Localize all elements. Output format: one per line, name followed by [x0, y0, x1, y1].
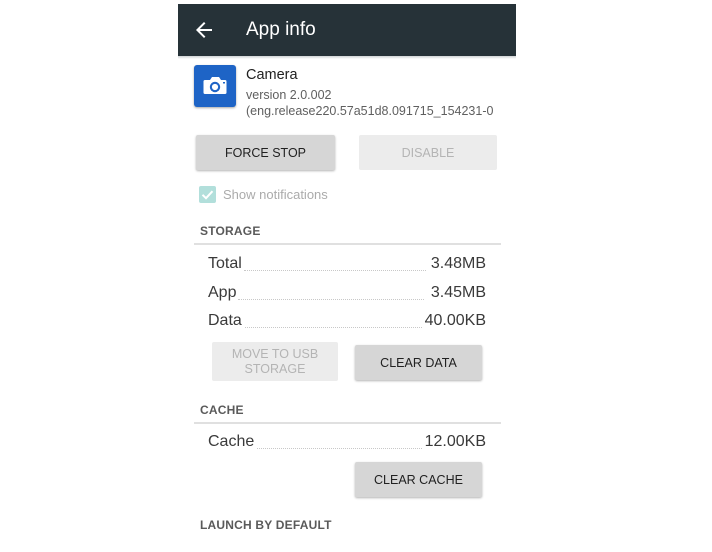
dotted-leader: [244, 270, 426, 271]
dotted-leader: [242, 327, 422, 328]
storage-row-value: 3.48MB: [428, 253, 486, 275]
force-stop-button[interactable]: FORCE STOP: [196, 135, 335, 170]
show-notifications-label: Show notifications: [223, 187, 328, 202]
app-bar-shadow: [178, 56, 516, 59]
clear-data-button[interactable]: CLEAR DATA: [355, 345, 482, 380]
move-usb-label: MOVE TO USB STORAGE: [232, 347, 318, 377]
move-to-usb-storage-button[interactable]: MOVE TO USB STORAGE: [212, 342, 338, 381]
cache-row-value: 12.00KB: [422, 431, 486, 453]
back-button[interactable]: [192, 18, 216, 42]
storage-row-label: Total: [208, 253, 244, 275]
app-name: Camera: [246, 67, 298, 83]
storage-heading: STORAGE: [200, 224, 261, 238]
app-version: version 2.0.002 (eng.release220.57a51d8.…: [246, 88, 501, 119]
move-usb-label-line2: STORAGE: [244, 361, 306, 376]
app-bar: App info: [178, 4, 516, 56]
dotted-leader: [254, 448, 422, 449]
cache-heading: CACHE: [200, 403, 244, 417]
move-usb-label-line1: MOVE TO USB: [231, 346, 319, 361]
page-title: App info: [246, 19, 316, 40]
build-text: (eng.release220.57a51d8.091715_154231-0: [246, 103, 494, 118]
clear-cache-button[interactable]: CLEAR CACHE: [355, 462, 482, 497]
cache-divider: [194, 422, 501, 424]
storage-row-data: Data 40.00KB: [208, 310, 486, 332]
storage-row-value: 3.45MB: [428, 282, 486, 304]
storage-row-label: App: [208, 282, 239, 304]
version-text: version 2.0.002: [246, 88, 332, 102]
checkmark-icon: [201, 190, 214, 200]
arrow-back-icon: [196, 22, 212, 38]
cache-row-label: Cache: [208, 431, 257, 453]
dotted-leader: [238, 299, 424, 300]
app-icon: [194, 65, 236, 107]
storage-row-label: Data: [208, 310, 244, 332]
app-info-screen: App info Camera version 2.0.002 (eng.rel…: [178, 4, 516, 552]
storage-row-total: Total 3.48MB: [208, 253, 486, 275]
cache-row: Cache 12.00KB: [208, 431, 486, 453]
camera-icon: [203, 77, 227, 94]
storage-divider: [194, 243, 501, 245]
storage-row-value: 40.00KB: [422, 310, 486, 332]
disable-button[interactable]: DISABLE: [359, 135, 497, 170]
storage-row-app: App 3.45MB: [208, 282, 486, 304]
show-notifications-checkbox[interactable]: [199, 186, 216, 203]
launch-by-default-heading: LAUNCH BY DEFAULT: [200, 518, 332, 532]
